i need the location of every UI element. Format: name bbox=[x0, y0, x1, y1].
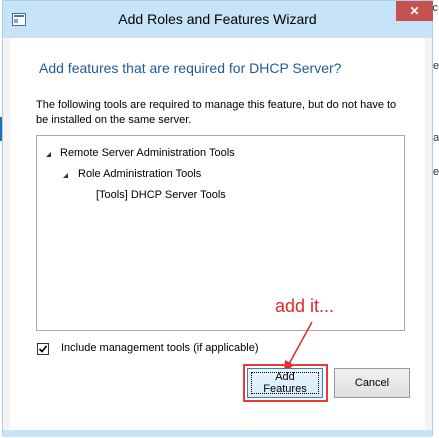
tree-item-remote-server-tools[interactable]: Remote Server Administration Tools bbox=[60, 147, 235, 159]
dialog-description: The following tools are required to mana… bbox=[36, 99, 397, 126]
tree-item-role-admin-tools[interactable]: Role Administration Tools bbox=[78, 168, 201, 180]
dialog-heading: Add features that are required for DHCP … bbox=[39, 60, 342, 76]
window-bottom-border bbox=[3, 430, 432, 437]
background-text: e bbox=[433, 166, 439, 178]
cancel-label: Cancel bbox=[354, 377, 390, 389]
window-title: Add Roles and Features Wizard bbox=[118, 11, 317, 27]
tree-item-dhcp-tools[interactable]: [Tools] DHCP Server Tools bbox=[96, 189, 226, 201]
add-features-button[interactable]: Add Features bbox=[247, 368, 323, 398]
close-icon: ✕ bbox=[409, 4, 420, 18]
dialog-body: Add features that are required for DHCP … bbox=[10, 38, 425, 430]
expand-arrow-icon[interactable] bbox=[45, 151, 52, 158]
feature-tree: Remote Server Administration Tools Role … bbox=[36, 135, 405, 331]
background-text: a bbox=[433, 132, 439, 144]
expand-arrow-icon[interactable] bbox=[62, 172, 69, 179]
cancel-button[interactable]: Cancel bbox=[334, 368, 410, 398]
annotation-label: add it... bbox=[275, 296, 335, 316]
background-text: e bbox=[433, 60, 439, 72]
wizard-dialog: Add Roles and Features Wizard ✕ Add feat… bbox=[2, 0, 433, 437]
close-button[interactable]: ✕ bbox=[396, 1, 433, 21]
title-bar: Add Roles and Features Wizard ✕ bbox=[3, 1, 433, 38]
include-tools-label: Include management tools (if applicable) bbox=[61, 342, 259, 354]
checkmark-icon bbox=[38, 345, 48, 353]
include-tools-checkbox[interactable] bbox=[37, 343, 49, 355]
focus-rectangle bbox=[251, 372, 319, 394]
